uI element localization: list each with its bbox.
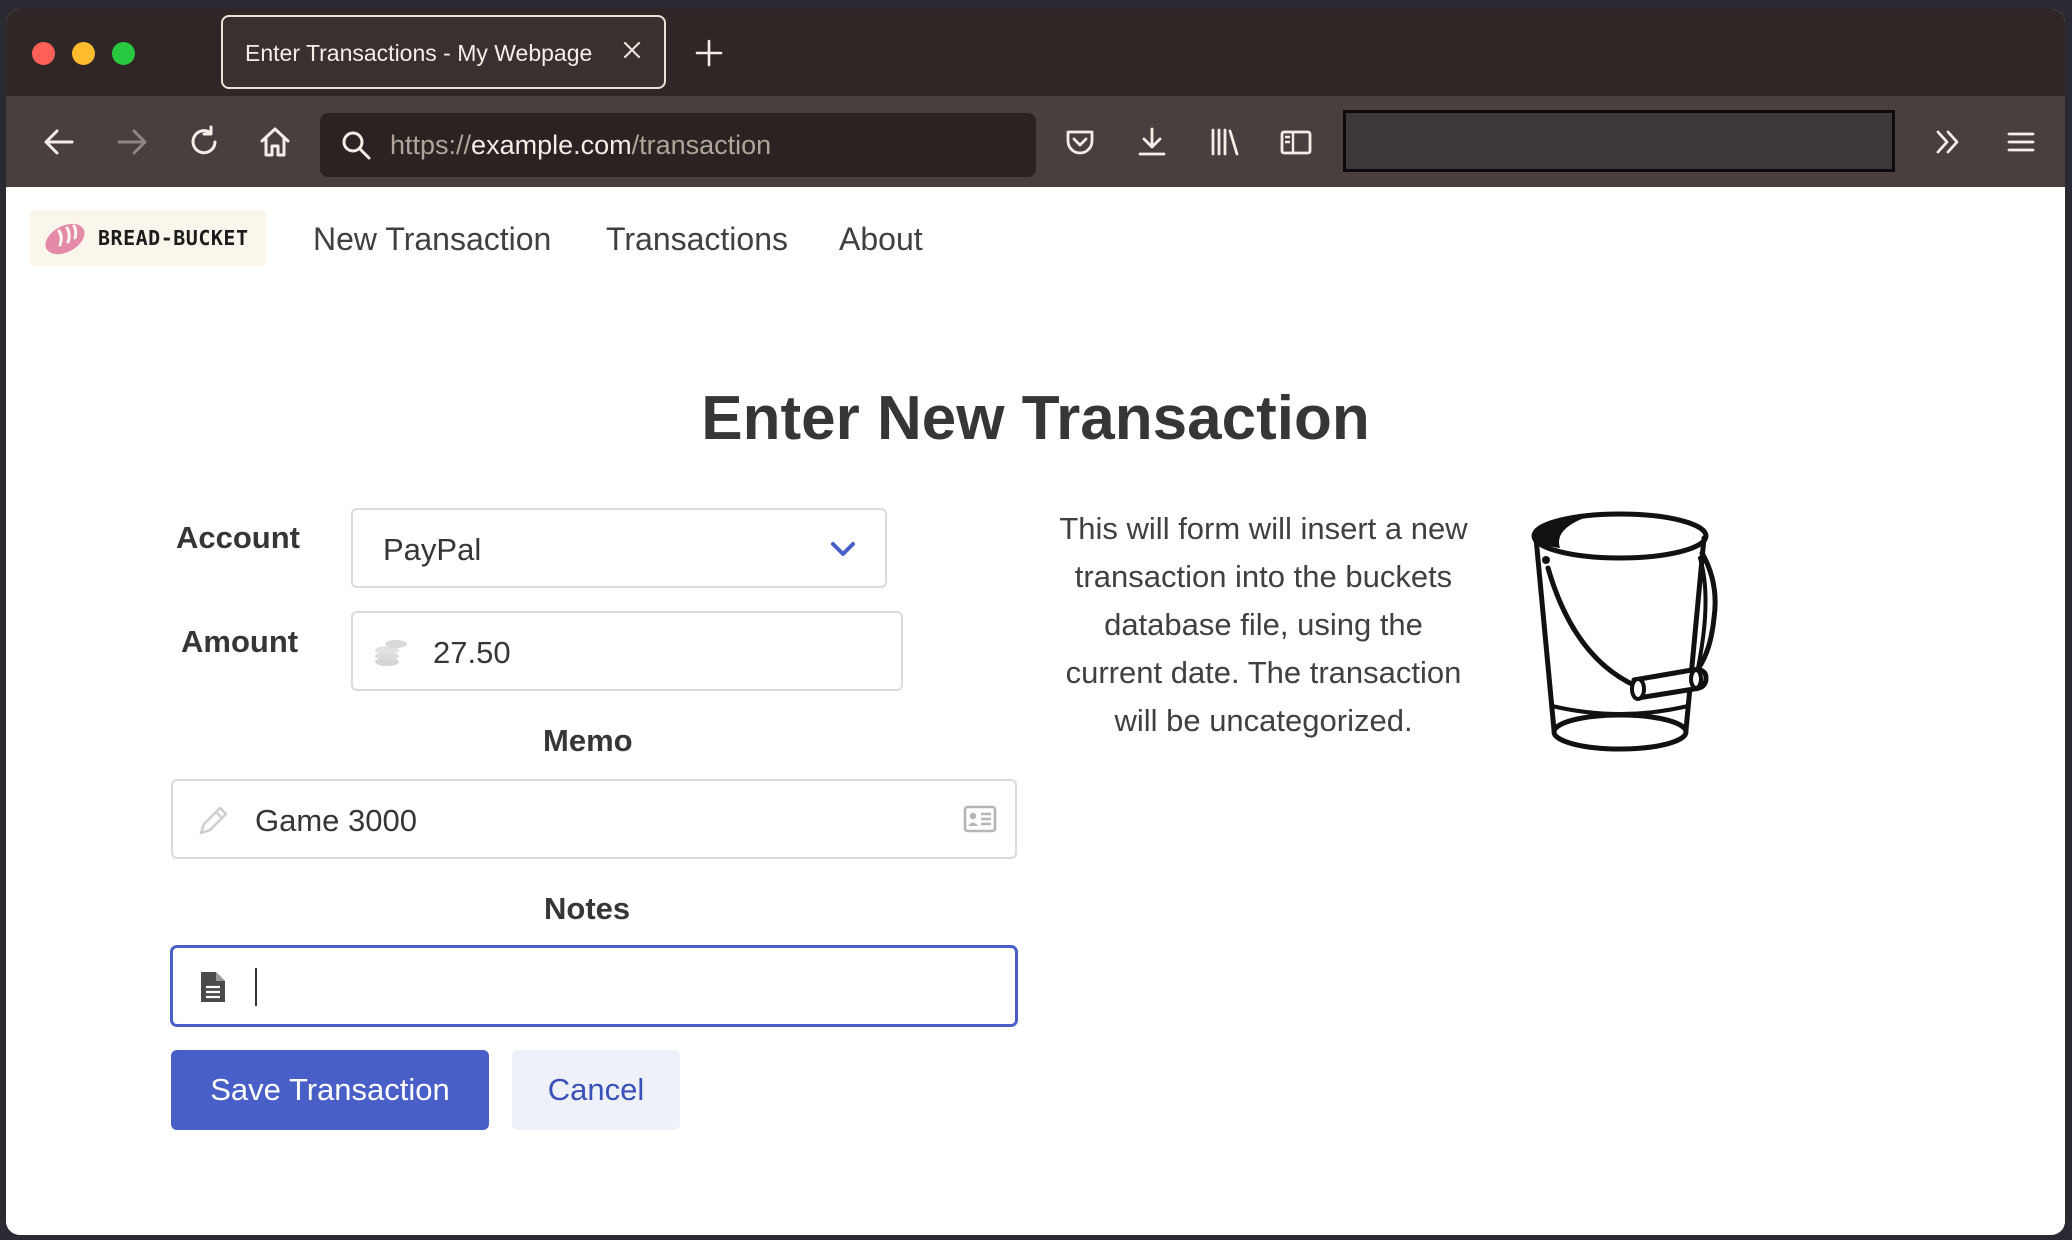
notes-input[interactable] bbox=[171, 946, 1017, 1026]
brand-logo-link[interactable]: BREAD-BUCKET bbox=[30, 210, 266, 266]
account-label: Account bbox=[176, 520, 300, 555]
page-content: BREAD-BUCKET New Transaction Transaction… bbox=[6, 187, 2065, 1235]
home-icon[interactable] bbox=[255, 122, 295, 162]
nav-link-new-transaction[interactable]: New Transaction bbox=[313, 221, 551, 258]
coins-icon bbox=[373, 635, 409, 674]
chevron-down-icon bbox=[828, 534, 858, 569]
hamburger-menu-icon[interactable] bbox=[2001, 122, 2041, 162]
library-icon[interactable] bbox=[1204, 122, 1244, 162]
id-card-icon bbox=[963, 804, 997, 839]
sidebar-icon[interactable] bbox=[1276, 122, 1316, 162]
browser-tab[interactable]: Enter Transactions - My Webpage bbox=[221, 15, 666, 89]
tab-strip: Enter Transactions - My Webpage bbox=[6, 9, 2065, 96]
back-icon[interactable] bbox=[39, 122, 79, 162]
zoom-window-button[interactable] bbox=[112, 42, 135, 65]
amount-label: Amount bbox=[181, 624, 299, 659]
memo-value: Game 3000 bbox=[255, 803, 417, 838]
browser-window: Enter Transactions - My Webpage https://… bbox=[6, 9, 2065, 1235]
brand-name: BREAD-BUCKET bbox=[98, 226, 249, 250]
form-description: This will form will insert a new transac… bbox=[1059, 511, 1468, 738]
account-selected-value: PayPal bbox=[383, 532, 482, 567]
page-title: Enter New Transaction bbox=[701, 384, 1370, 453]
downloads-icon[interactable] bbox=[1132, 122, 1172, 162]
close-tab-icon[interactable] bbox=[620, 38, 644, 67]
tab-title: Enter Transactions - My Webpage bbox=[245, 40, 593, 66]
cancel-button[interactable]: Cancel bbox=[512, 1050, 680, 1130]
bread-icon bbox=[42, 219, 88, 264]
amount-value: 27.50 bbox=[433, 635, 511, 670]
close-window-button[interactable] bbox=[32, 42, 55, 65]
nav-link-about[interactable]: About bbox=[839, 221, 923, 258]
notes-label: Notes bbox=[544, 891, 631, 926]
save-transaction-button[interactable]: Save Transaction bbox=[171, 1050, 489, 1130]
new-tab-icon[interactable] bbox=[694, 38, 724, 73]
account-select[interactable]: PayPal bbox=[351, 508, 887, 588]
bucket-illustration-icon bbox=[1514, 508, 1754, 773]
reload-icon[interactable] bbox=[184, 122, 224, 162]
search-icon bbox=[340, 129, 372, 166]
navigation-toolbar: https://example.com/transaction bbox=[6, 96, 2065, 187]
redacted-extension-area bbox=[1343, 110, 1895, 172]
amount-input[interactable]: 27.50 bbox=[351, 611, 903, 691]
pencil-icon bbox=[195, 803, 231, 844]
overflow-chevron-icon[interactable] bbox=[1928, 122, 1968, 162]
forward-icon[interactable] bbox=[112, 122, 152, 162]
memo-input[interactable]: Game 3000 bbox=[171, 779, 1017, 859]
url-text: https://example.com/transaction bbox=[390, 130, 772, 160]
url-bar[interactable]: https://example.com/transaction bbox=[320, 113, 1036, 177]
text-cursor bbox=[255, 968, 257, 1006]
document-icon bbox=[199, 970, 227, 1009]
minimize-window-button[interactable] bbox=[72, 42, 95, 65]
memo-label: Memo bbox=[543, 723, 633, 758]
pocket-icon[interactable] bbox=[1060, 122, 1100, 162]
nav-link-transactions[interactable]: Transactions bbox=[606, 221, 788, 258]
